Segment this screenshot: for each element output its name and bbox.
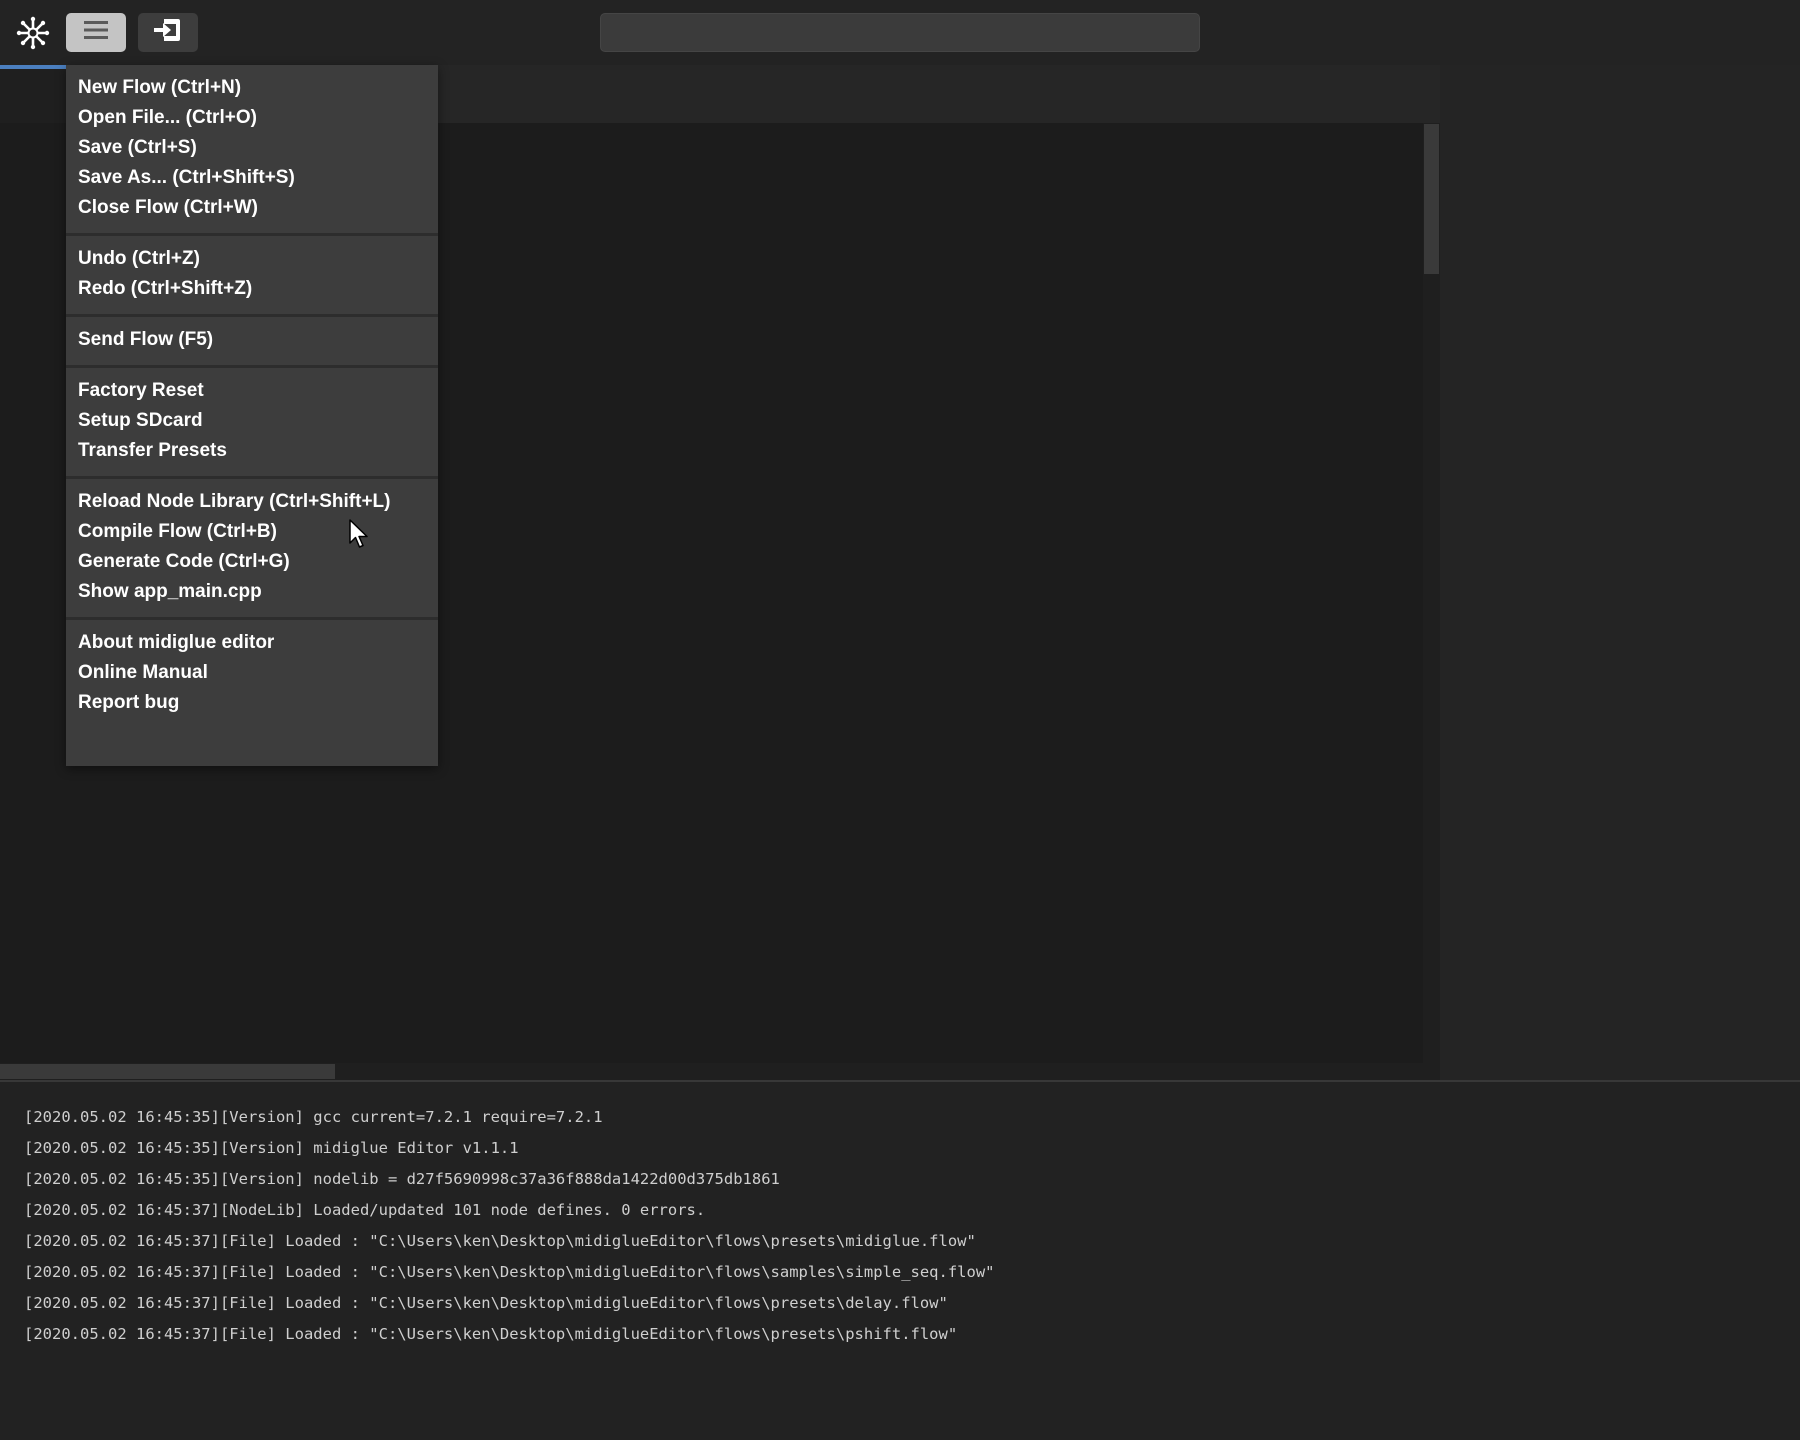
menu-item-show-app-main[interactable]: Show app_main.cpp bbox=[66, 577, 438, 607]
menu-group-send: Send Flow (F5) bbox=[66, 317, 438, 368]
menu-group-build: Reload Node Library (Ctrl+Shift+L) Compi… bbox=[66, 479, 438, 620]
log-console: [2020.05.02 16:45:35][Version] gcc curre… bbox=[0, 1080, 1800, 1440]
menu-item-online-manual[interactable]: Online Manual bbox=[66, 658, 438, 688]
menu-group-file: New Flow (Ctrl+N) Open File... (Ctrl+O) … bbox=[66, 65, 438, 236]
menu-item-save[interactable]: Save (Ctrl+S) bbox=[66, 133, 438, 163]
menu-item-open-file[interactable]: Open File... (Ctrl+O) bbox=[66, 103, 438, 133]
properties-panel bbox=[1440, 65, 1800, 1080]
log-line: [2020.05.02 16:45:37][File] Loaded : "C:… bbox=[24, 1263, 995, 1281]
menu-group-device: Factory Reset Setup SDcard Transfer Pres… bbox=[66, 368, 438, 479]
menu-item-undo[interactable]: Undo (Ctrl+Z) bbox=[66, 244, 438, 274]
menu-item-about[interactable]: About midiglue editor bbox=[66, 628, 438, 658]
main-menu-button[interactable] bbox=[66, 13, 126, 52]
menu-item-send-flow[interactable]: Send Flow (F5) bbox=[66, 325, 438, 355]
log-line: [2020.05.02 16:45:37][File] Loaded : "C:… bbox=[24, 1294, 948, 1312]
log-line: [2020.05.02 16:45:37][NodeLib] Loaded/up… bbox=[24, 1201, 706, 1219]
canvas-horizontal-scroll-thumb[interactable] bbox=[0, 1064, 335, 1079]
log-line: [2020.05.02 16:45:35][Version] midiglue … bbox=[24, 1139, 519, 1157]
asterisk-logo-icon[interactable] bbox=[14, 14, 52, 52]
main-menu-dropdown: New Flow (Ctrl+N) Open File... (Ctrl+O) … bbox=[66, 65, 438, 766]
menu-item-transfer-presets[interactable]: Transfer Presets bbox=[66, 436, 438, 466]
active-flow-tab[interactable] bbox=[0, 65, 66, 123]
log-lines: [2020.05.02 16:45:35][Version] gcc curre… bbox=[24, 1102, 995, 1350]
hamburger-menu-icon bbox=[83, 19, 109, 46]
log-line: [2020.05.02 16:45:37][File] Loaded : "C:… bbox=[24, 1325, 958, 1343]
canvas-vertical-scroll-thumb[interactable] bbox=[1424, 124, 1439, 274]
menu-item-setup-sdcard[interactable]: Setup SDcard bbox=[66, 406, 438, 436]
log-line: [2020.05.02 16:45:35][Version] gcc curre… bbox=[24, 1108, 603, 1126]
log-line: [2020.05.02 16:45:35][Version] nodelib =… bbox=[24, 1170, 780, 1188]
menu-item-generate-code[interactable]: Generate Code (Ctrl+G) bbox=[66, 547, 438, 577]
search-input[interactable] bbox=[600, 13, 1200, 52]
export-button[interactable] bbox=[138, 13, 198, 52]
top-toolbar bbox=[0, 0, 1800, 65]
log-line: [2020.05.02 16:45:37][File] Loaded : "C:… bbox=[24, 1232, 976, 1250]
menu-item-compile-flow[interactable]: Compile Flow (Ctrl+B) bbox=[66, 517, 438, 547]
menu-item-close-flow[interactable]: Close Flow (Ctrl+W) bbox=[66, 193, 438, 223]
menu-item-redo[interactable]: Redo (Ctrl+Shift+Z) bbox=[66, 274, 438, 304]
menu-group-help: About midiglue editor Online Manual Repo… bbox=[66, 620, 438, 728]
menu-group-edit: Undo (Ctrl+Z) Redo (Ctrl+Shift+Z) bbox=[66, 236, 438, 317]
menu-item-new-flow[interactable]: New Flow (Ctrl+N) bbox=[66, 73, 438, 103]
menu-item-reload-node-library[interactable]: Reload Node Library (Ctrl+Shift+L) bbox=[66, 487, 438, 517]
sign-in-box-icon bbox=[152, 15, 184, 50]
app-window: [2020.05.02 16:45:35][Version] gcc curre… bbox=[0, 0, 1800, 1440]
menu-item-save-as[interactable]: Save As... (Ctrl+Shift+S) bbox=[66, 163, 438, 193]
menu-item-report-bug[interactable]: Report bug bbox=[66, 688, 438, 718]
mouse-pointer-icon bbox=[349, 519, 371, 551]
menu-item-factory-reset[interactable]: Factory Reset bbox=[66, 376, 438, 406]
